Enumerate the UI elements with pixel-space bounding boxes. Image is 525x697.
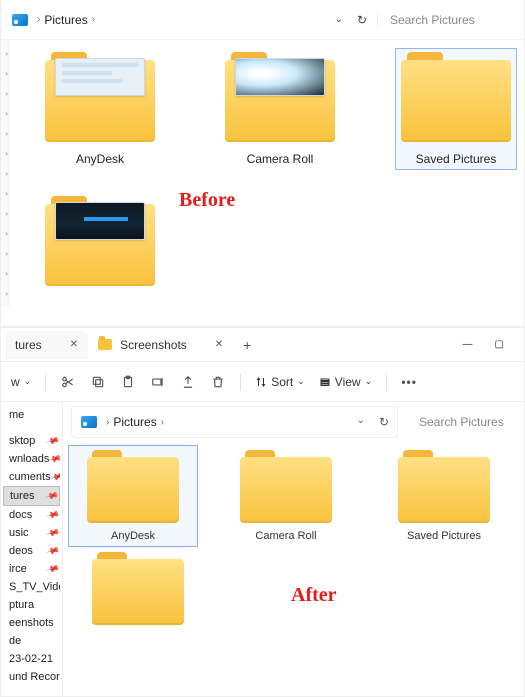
folder-item-selected[interactable]: AnyDesk	[68, 445, 198, 547]
paste-icon[interactable]	[120, 374, 136, 390]
folder-item[interactable]	[39, 196, 161, 296]
explorer-window-before: › Pictures › ⌄ ↻ Search Pictures ›››››››…	[0, 0, 525, 327]
folder-label: Camera Roll	[255, 530, 316, 542]
breadcrumb-box[interactable]: › Pictures › ⌄ ↻	[71, 406, 398, 438]
folder-icon	[401, 52, 511, 142]
sidebar-item[interactable]: wnloads📌	[3, 450, 60, 468]
toolbar: w⌄ Sort⌄ View⌄ •••	[1, 362, 524, 402]
pictures-library-icon	[80, 413, 98, 431]
folder-item-selected[interactable]: Saved Pictures	[395, 48, 517, 170]
copy-icon[interactable]	[90, 374, 106, 390]
sidebar-item[interactable]: docs📌	[3, 506, 60, 524]
folder-label: AnyDesk	[111, 530, 155, 542]
sidebar-item[interactable]: de	[3, 632, 60, 650]
folder-label: Camera Roll	[247, 152, 314, 166]
folder-grid: AnyDesk Camera Roll Saved Pictures	[9, 40, 524, 306]
folder-label: AnyDesk	[76, 152, 124, 166]
new-tab-button[interactable]: +	[233, 337, 261, 353]
sidebar-item[interactable]: ptura	[3, 596, 60, 614]
close-tab-icon[interactable]: ✕	[70, 339, 78, 350]
folder-label: Saved Pictures	[416, 152, 497, 166]
more-icon[interactable]: •••	[401, 374, 417, 390]
rename-icon[interactable]	[150, 374, 166, 390]
folder-item[interactable]: Camera Roll	[221, 450, 351, 542]
sidebar-item[interactable]: und Recording	[3, 668, 60, 686]
sidebar-item[interactable]: sktop📌	[3, 432, 60, 450]
breadcrumb-location[interactable]: Pictures	[44, 13, 87, 27]
folder-thumbnail	[55, 202, 145, 240]
breadcrumb-chevron-icon[interactable]: ›	[106, 417, 109, 428]
folder-icon	[225, 52, 335, 142]
folder-thumbnail	[235, 58, 325, 96]
sidebar-item[interactable]: me	[3, 406, 60, 424]
sidebar-item[interactable]: usic📌	[3, 524, 60, 542]
folder-item[interactable]: Saved Pictures	[379, 450, 509, 542]
refresh-icon[interactable]: ↻	[379, 415, 389, 429]
sidebar-item[interactable]: cuments📌	[3, 468, 60, 486]
breadcrumb-chevron-icon[interactable]: ›	[92, 14, 95, 25]
sidebar-item[interactable]: irce📌	[3, 560, 60, 578]
share-icon[interactable]	[180, 374, 196, 390]
cut-icon[interactable]	[60, 374, 76, 390]
sidebar-item-active[interactable]: tures📌	[3, 486, 60, 506]
folder-icon	[45, 52, 155, 142]
pin-icon: 📌	[45, 433, 60, 448]
refresh-icon[interactable]: ↻	[357, 13, 367, 27]
tab-bar: tures ✕ Screenshots ✕ + ― ▢	[1, 328, 524, 362]
sidebar-item[interactable]: 23-02-21	[3, 650, 60, 668]
address-bar: › Pictures › ⌄ ↻ Search Pictures	[1, 0, 524, 40]
annotation-after: After	[291, 584, 337, 607]
address-bar: › Pictures › ⌄ ↻ Search Pictures	[63, 402, 524, 442]
minimize-button[interactable]: ―	[463, 339, 473, 350]
nav-pane-sliver: ›››››››››››››	[1, 40, 9, 306]
folder-grid: AnyDesk Camera Roll Saved Pictures	[63, 442, 524, 696]
folder-tab-icon	[98, 339, 112, 350]
sort-button[interactable]: Sort⌄	[255, 375, 305, 389]
folder-thumbnail	[55, 58, 145, 96]
delete-icon[interactable]	[210, 374, 226, 390]
maximize-button[interactable]: ▢	[495, 339, 504, 350]
close-tab-icon[interactable]: ✕	[215, 339, 223, 350]
sidebar-item[interactable]: deos📌	[3, 542, 60, 560]
folder-icon	[240, 450, 332, 524]
pin-icon: 📌	[45, 543, 60, 558]
recent-dropdown-icon[interactable]: ⌄	[357, 415, 365, 429]
sidebar-item[interactable]: S_TV_Video📌	[3, 578, 60, 596]
breadcrumb-chevron-icon[interactable]: ›	[161, 417, 164, 428]
explorer-window-after: tures ✕ Screenshots ✕ + ― ▢ w⌄ Sort⌄ Vie…	[0, 327, 525, 697]
folder-item[interactable]	[73, 552, 203, 632]
pin-icon: 📌	[45, 561, 60, 576]
view-button[interactable]: View⌄	[319, 375, 372, 389]
annotation-before: Before	[179, 189, 235, 212]
pin-icon: 📌	[44, 488, 59, 503]
recent-dropdown-icon[interactable]: ⌄	[335, 14, 343, 25]
sidebar-item[interactable]: eenshots	[3, 614, 60, 632]
folder-icon	[87, 450, 179, 524]
folder-icon	[45, 196, 155, 286]
search-input[interactable]: Search Pictures	[377, 13, 514, 27]
folder-label: Saved Pictures	[407, 530, 481, 542]
nav-pane: me sktop📌 wnloads📌 cuments📌 tures📌 docs📌…	[1, 402, 63, 696]
tab-label: tures	[15, 338, 42, 352]
search-input[interactable]: Search Pictures	[408, 408, 516, 436]
breadcrumb-chevron-icon[interactable]: ›	[37, 14, 40, 25]
pin-icon: 📌	[45, 507, 60, 522]
pin-icon: 📌	[45, 525, 60, 540]
breadcrumb-location[interactable]: Pictures	[113, 415, 156, 429]
tab-active[interactable]: tures ✕	[5, 331, 88, 359]
folder-icon	[398, 450, 490, 524]
folder-icon	[92, 552, 184, 626]
pictures-library-icon	[11, 11, 29, 29]
new-button[interactable]: w⌄	[11, 375, 31, 389]
tab-label: Screenshots	[120, 338, 187, 352]
folder-item[interactable]: AnyDesk	[39, 52, 161, 166]
tab[interactable]: Screenshots ✕	[88, 331, 233, 359]
folder-item[interactable]: Camera Roll	[219, 52, 341, 166]
